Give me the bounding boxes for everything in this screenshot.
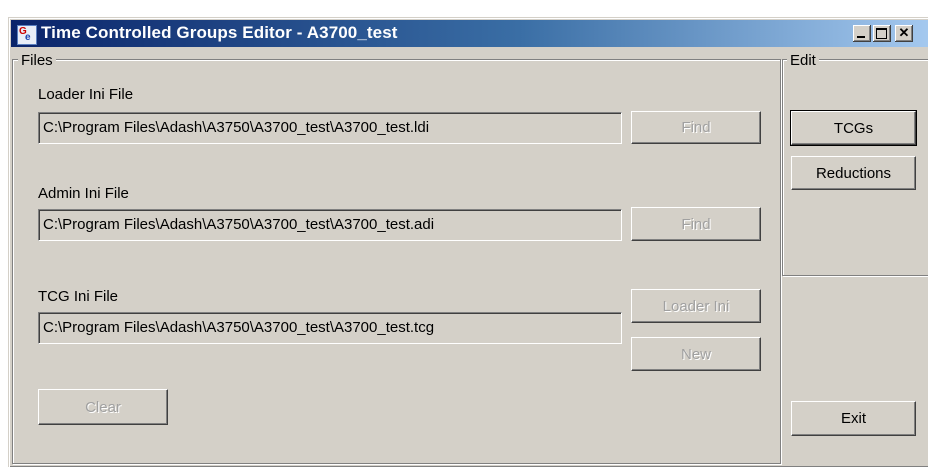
clear-button[interactable]: Clear: [38, 389, 168, 425]
close-button[interactable]: ✕: [895, 25, 913, 42]
minimize-button[interactable]: [853, 25, 871, 42]
loader-ini-button[interactable]: Loader Ini: [631, 289, 761, 323]
admin-find-button[interactable]: Find: [631, 207, 761, 241]
close-icon: ✕: [898, 25, 910, 40]
app-icon-glyph-e: e: [25, 32, 31, 43]
tcg-ini-path-field[interactable]: C:\Program Files\Adash\A3750\A3700_test\…: [38, 312, 622, 344]
loader-find-label: Find: [681, 119, 711, 136]
exit-button-label: Exit: [840, 410, 866, 427]
window-title: Time Controlled Groups Editor - A3700_te…: [41, 23, 398, 42]
tcg-ini-label: TCG Ini File: [38, 288, 119, 305]
app-window: G e Time Controlled Groups Editor - A370…: [8, 17, 928, 467]
new-button[interactable]: New: [631, 337, 761, 371]
loader-ini-label: Loader Ini File: [38, 86, 134, 103]
loader-find-button[interactable]: Find: [631, 111, 761, 144]
admin-ini-path-field[interactable]: C:\Program Files\Adash\A3750\A3700_test\…: [38, 209, 622, 241]
maximize-button[interactable]: [873, 25, 891, 42]
reductions-button-label: Reductions: [815, 164, 892, 182]
reductions-button[interactable]: Reductions: [791, 156, 916, 190]
title-bar[interactable]: G e Time Controlled Groups Editor - A370…: [11, 20, 928, 47]
loader-ini-path-field[interactable]: C:\Program Files\Adash\A3750\A3700_test\…: [38, 112, 622, 144]
minimize-icon: [857, 36, 865, 38]
files-group-label: Files: [18, 53, 56, 68]
app-icon[interactable]: G e: [17, 25, 37, 45]
tcgs-button-label: TCGs: [833, 119, 874, 137]
edit-group-label: Edit: [787, 53, 819, 68]
exit-button[interactable]: Exit: [791, 401, 916, 436]
tcgs-button[interactable]: TCGs: [790, 110, 917, 146]
loader-ini-button-label: Loader Ini: [662, 297, 730, 315]
admin-ini-label: Admin Ini File: [38, 185, 129, 202]
maximize-icon: [876, 28, 887, 39]
clear-button-label: Clear: [85, 398, 121, 416]
admin-find-label: Find: [681, 215, 711, 233]
new-button-label: New: [680, 345, 711, 363]
